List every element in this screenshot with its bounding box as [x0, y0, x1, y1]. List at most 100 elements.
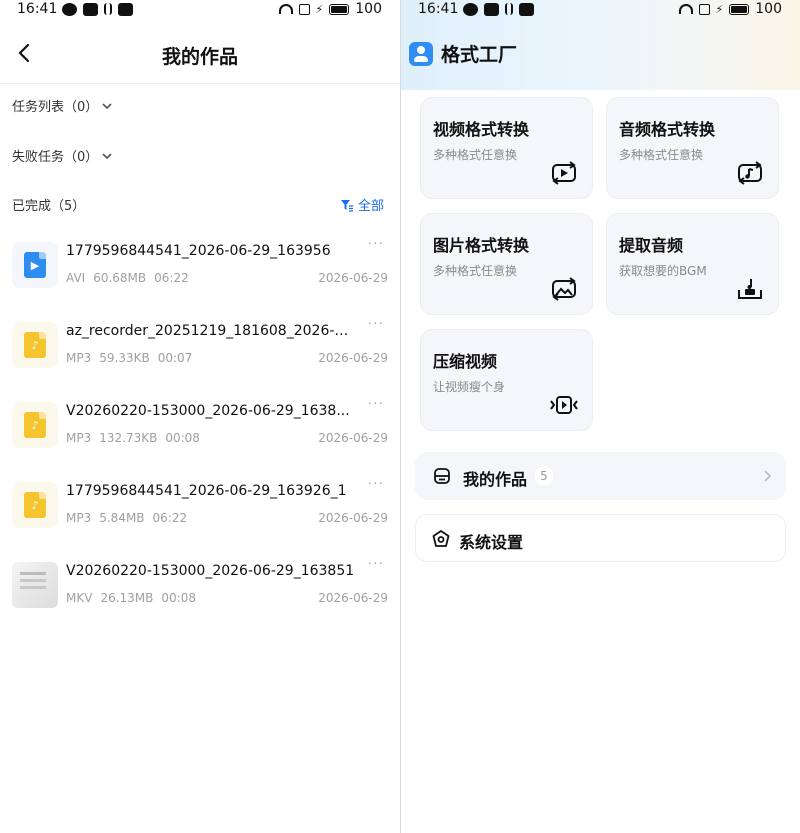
audio-convert-card[interactable]: 音频格式转换 多种格式任意换 [606, 97, 779, 199]
file-name: 1779596844541_2026-06-29_163926_1 [66, 483, 347, 499]
video-file-icon: ▶ [24, 252, 46, 278]
my-works-label: 我的作品 [463, 470, 528, 489]
compress-video-card[interactable]: 压缩视频 让视频瘦个身 [420, 329, 593, 431]
more-options-button[interactable]: ··· [368, 316, 384, 332]
my-works-entry[interactable]: 我的作品 5 [415, 452, 786, 500]
audio-convert-icon [736, 160, 764, 186]
audio-file-icon: ♪ [24, 332, 46, 358]
more-options-button[interactable]: ··· [368, 236, 384, 252]
more-options-button[interactable]: ··· [368, 556, 384, 572]
image-convert-icon [550, 276, 578, 302]
file-duration: 06:22 [154, 271, 189, 285]
task-list-toggle[interactable]: 任务列表（0） [12, 96, 112, 115]
notification-icons [463, 3, 534, 16]
system-icons: ⚡ 100 [678, 1, 782, 17]
file-meta: AVI 60.68MB 06:22 [66, 271, 189, 285]
page-header: 我的作品 [0, 20, 400, 84]
usb-icon [104, 3, 112, 15]
works-count-badge: 5 [535, 466, 553, 486]
settings-icon [431, 529, 451, 549]
screen-icon [698, 3, 710, 15]
file-duration: 06:22 [152, 511, 188, 525]
more-options-button[interactable]: ··· [368, 396, 384, 412]
settings-entry[interactable]: 系统设置 [415, 514, 786, 562]
filter-icon [340, 199, 353, 212]
card-subtitle: 多种格式任意换 [433, 264, 518, 278]
file-name: V20260220-153000_2026-06-29_1638... [66, 403, 350, 419]
file-name: V20260220-153000_2026-06-29_163851 [66, 563, 355, 579]
file-size: 26.13MB [100, 591, 154, 605]
card-title: 音频格式转换 [619, 120, 716, 139]
filter-button[interactable]: 全部 [340, 195, 384, 214]
file-date: 2026-06-29 [318, 271, 388, 285]
my-works-screen: 16:41 ⚡ 100 我的作品 任务列表（0） 失败任务（0） 已完成（5） … [0, 0, 400, 833]
app-header: 格式工厂 [409, 40, 517, 67]
works-icon [432, 466, 452, 486]
file-thumbnail [12, 562, 58, 608]
file-date: 2026-06-29 [318, 351, 388, 365]
app-title: 格式工厂 [441, 44, 518, 66]
extract-audio-icon [736, 276, 764, 302]
charging-icon: ⚡ [315, 2, 324, 16]
android-icon [484, 3, 499, 16]
file-duration: 00:07 [157, 351, 193, 365]
card-title: 视频格式转换 [433, 120, 530, 139]
image-convert-card[interactable]: 图片格式转换 多种格式任意换 [420, 213, 593, 315]
extract-audio-card[interactable]: 提取音频 获取想要的BGM [606, 213, 779, 315]
task-list-label: 任务列表（0） [12, 100, 99, 115]
notification-icons [62, 3, 133, 16]
card-subtitle: 让视频瘦个身 [433, 380, 506, 394]
card-subtitle: 获取想要的BGM [619, 264, 707, 278]
list-item[interactable]: ♪ 1779596844541_2026-06-29_163926_1 MP3 … [0, 470, 400, 550]
status-bar: 16:41 ⚡ 100 [0, 0, 400, 20]
list-item[interactable]: ♪ az_recorder_20251219_181608_2026-0... … [0, 310, 400, 390]
failed-tasks-label: 失败任务（0） [12, 150, 99, 165]
home-screen: 16:41 ⚡ 100 格式工厂 视频格式转换 多种格式任意换 音频格式转换 多… [401, 0, 800, 833]
file-format: MP3 [66, 511, 92, 525]
chevron-right-icon [764, 470, 772, 482]
file-format: MP3 [66, 351, 92, 365]
chevron-down-icon [102, 152, 112, 159]
more-options-button[interactable]: ··· [368, 476, 384, 492]
status-time: 16:41 [418, 1, 459, 17]
list-item[interactable]: V20260220-153000_2026-06-29_163851 MKV 2… [0, 550, 400, 630]
failed-tasks-toggle[interactable]: 失败任务（0） [12, 146, 112, 165]
file-duration: 00:08 [161, 591, 196, 605]
video-convert-card[interactable]: 视频格式转换 多种格式任意换 [420, 97, 593, 199]
file-name: 1779596844541_2026-06-29_163956 [66, 243, 331, 259]
battery-icon [729, 3, 750, 15]
list-item[interactable]: ♪ V20260220-153000_2026-06-29_1638... MP… [0, 390, 400, 470]
image-thumbnail [12, 562, 58, 608]
android-icon [83, 3, 98, 16]
file-size: 5.84MB [99, 511, 145, 525]
file-duration: 00:08 [165, 431, 200, 445]
card-subtitle: 多种格式任意换 [619, 148, 704, 162]
battery-icon [329, 3, 350, 15]
mail-icon [118, 3, 133, 16]
card-title: 压缩视频 [433, 352, 498, 371]
status-time: 16:41 [17, 1, 58, 17]
list-item[interactable]: ▶ 1779596844541_2026-06-29_163956 AVI 60… [0, 230, 400, 310]
charging-icon: ⚡ [715, 2, 724, 16]
file-thumbnail: ▶ [12, 242, 58, 288]
chevron-down-icon [102, 102, 112, 109]
card-title: 提取音频 [619, 236, 684, 255]
chat-icon [62, 3, 77, 16]
file-format: MP3 [66, 431, 92, 445]
screen-icon [298, 3, 310, 15]
card-subtitle: 多种格式任意换 [433, 148, 518, 162]
chat-icon [463, 3, 478, 16]
file-format: MKV [66, 591, 93, 605]
audio-file-icon: ♪ [24, 412, 46, 438]
file-format: AVI [66, 271, 86, 285]
file-meta: MKV 26.13MB 00:08 [66, 591, 196, 605]
file-date: 2026-06-29 [318, 431, 388, 445]
settings-label: 系统设置 [459, 533, 524, 552]
page-title: 我的作品 [161, 46, 238, 68]
filter-label: 全部 [357, 199, 384, 214]
file-thumbnail: ♪ [12, 482, 58, 528]
file-thumbnail: ♪ [12, 402, 58, 448]
battery-level: 100 [755, 1, 782, 17]
usb-icon [505, 3, 513, 15]
system-icons: ⚡ 100 [278, 1, 382, 17]
